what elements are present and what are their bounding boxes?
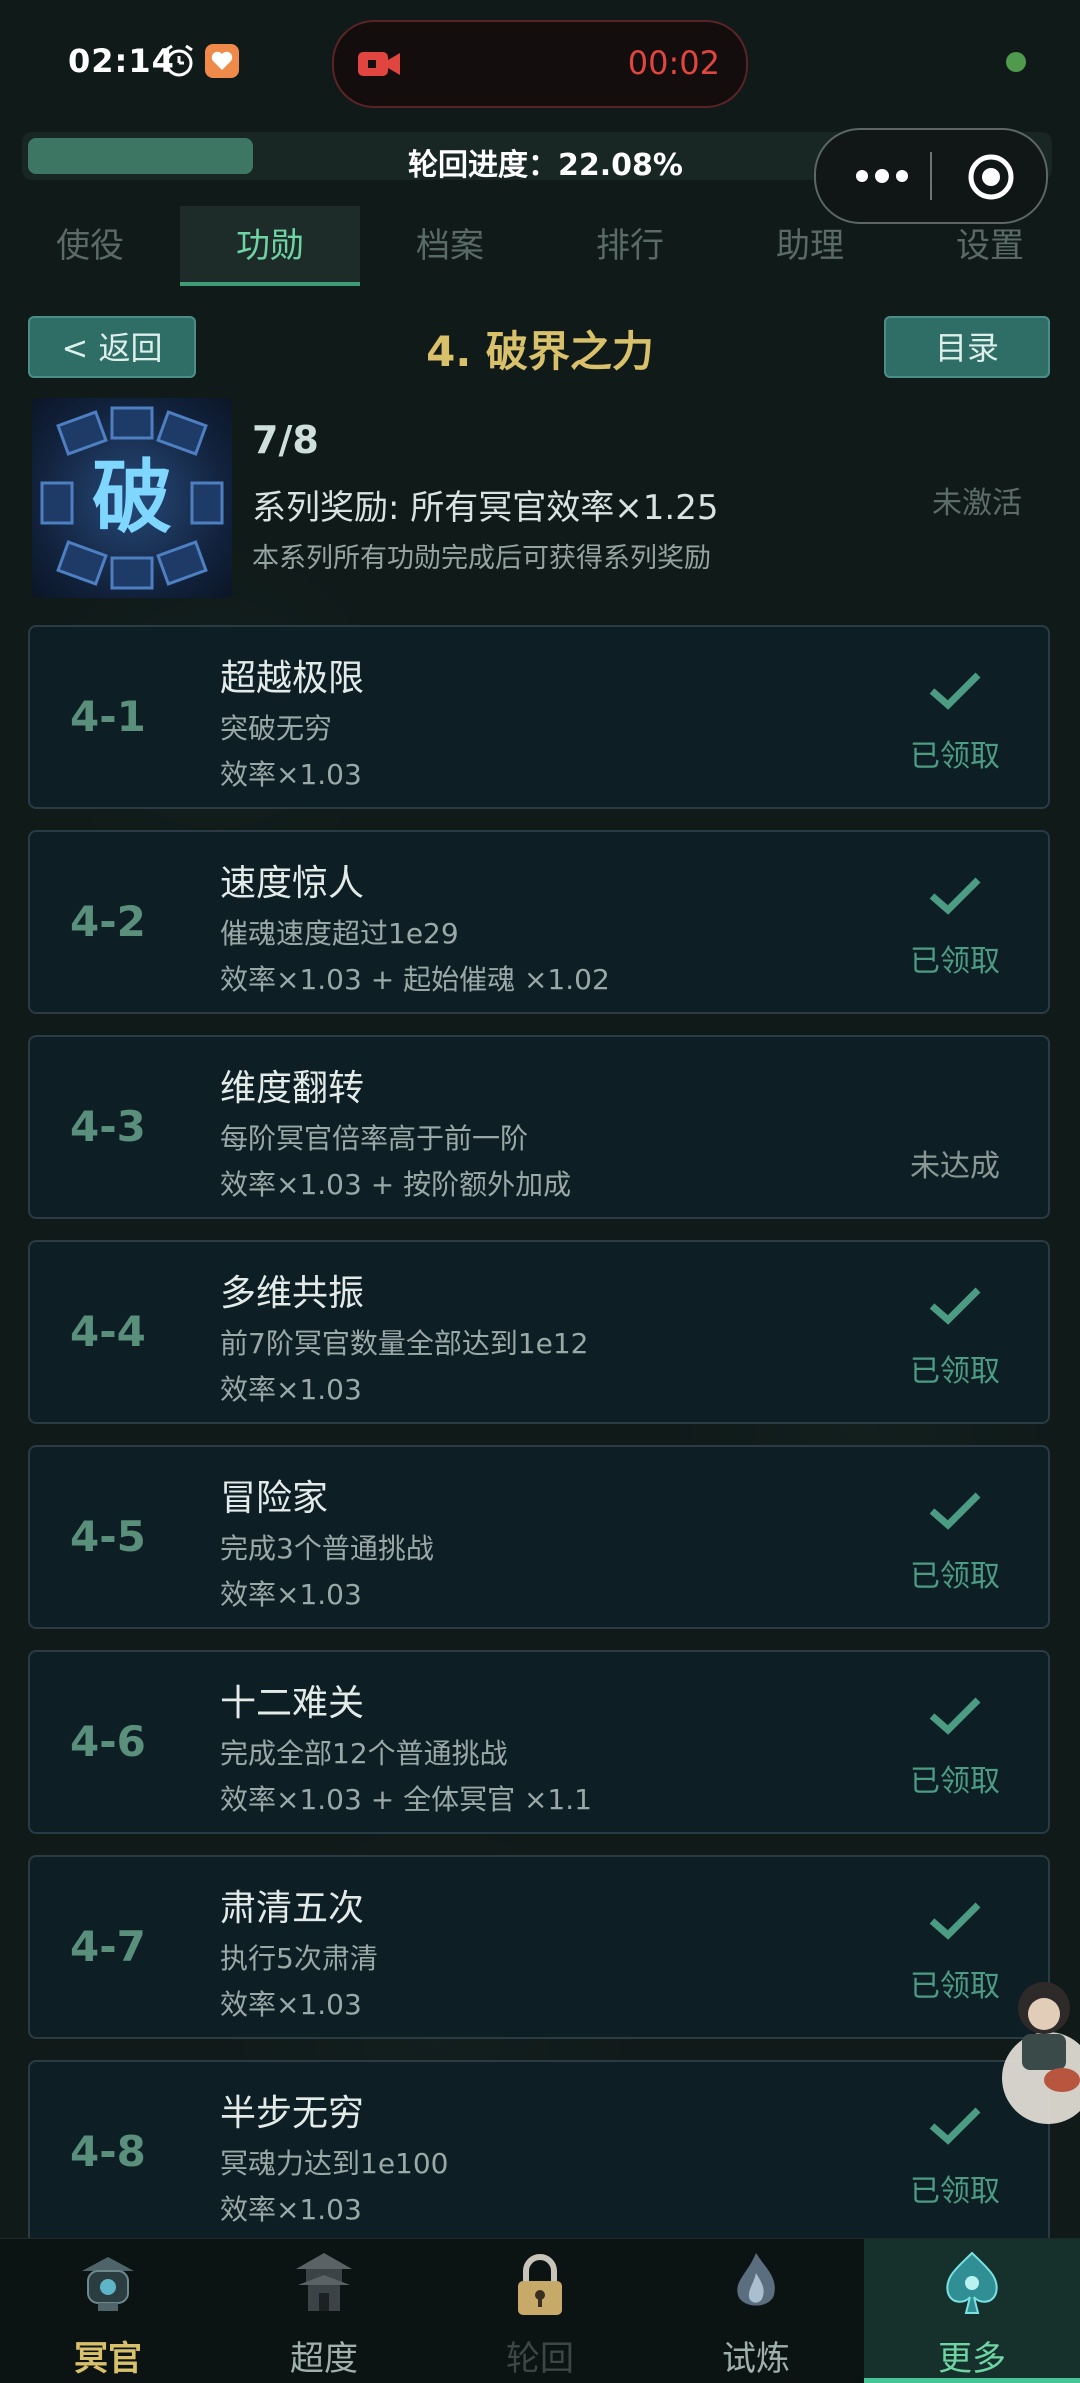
achievement-effect: 效率×1.03: [220, 2193, 362, 2226]
tab-servants[interactable]: 使役: [0, 206, 180, 286]
achievement-status: 未达成: [910, 1149, 1000, 1184]
achievement-card[interactable]: 4-2 速度惊人催魂速度超过1e29 效率×1.03 + 起始催魂 ×1.02 已领取: [28, 830, 1050, 1014]
checkmark-icon: [929, 1492, 981, 1530]
lantern-icon: [82, 2257, 134, 2311]
achievement-description: 催魂速度超过1e29: [220, 917, 459, 950]
status-time: 02:14: [68, 42, 175, 80]
achievement-id: 4-1: [70, 692, 146, 741]
nav-item-trials[interactable]: 试炼: [648, 2239, 864, 2383]
alarm-icon: [165, 44, 193, 77]
top-tabs: 使役 功勋 档案 排行 助理 设置: [0, 206, 1080, 286]
achievement-card[interactable]: 4-4 多维共振前7阶冥官数量全部达到1e12 效率×1.03 已领取: [28, 1240, 1050, 1424]
flame-icon: [737, 2253, 775, 2306]
checkmark-icon: [929, 877, 981, 915]
lock-icon: [518, 2254, 562, 2315]
tab-assistant[interactable]: 助理: [720, 206, 900, 286]
nav-item-officials[interactable]: 冥官: [0, 2239, 216, 2383]
achievement-id: 4-7: [70, 1922, 146, 1971]
achievement-description: 冥魂力达到1e100: [220, 2147, 449, 2180]
mic-indicator-icon: [1006, 52, 1026, 72]
achievement-status: 已领取: [910, 1559, 1000, 1594]
achievement-id: 4-3: [70, 1102, 146, 1151]
achievement-title: 速度惊人: [220, 863, 365, 904]
tab-ranking[interactable]: 排行: [540, 206, 720, 286]
achievement-effect: 效率×1.03 + 按阶额外加成: [220, 1168, 572, 1201]
nav-label: 更多: [938, 2339, 1006, 2379]
nav-label: 试炼: [722, 2339, 790, 2379]
record-timer: 00:02: [627, 44, 720, 82]
achievement-status: 已领取: [910, 739, 1000, 774]
app-notification-icon: [205, 44, 239, 78]
video-record-icon: [358, 52, 400, 76]
achievement-title: 多维共振: [220, 1273, 365, 1314]
tab-merits[interactable]: 功勋: [180, 206, 360, 286]
checkmark-icon: [929, 672, 981, 710]
achievement-id: 4-2: [70, 897, 146, 946]
achievement-id: 4-6: [70, 1717, 146, 1766]
nav-label: 超度: [290, 2339, 358, 2379]
achievement-status: 已领取: [910, 1764, 1000, 1799]
nav-item-reincarnation[interactable]: 轮回: [432, 2239, 648, 2383]
progress-label: 轮回进度：22.08%: [408, 148, 683, 183]
achievement-title: 超越极限: [220, 658, 365, 699]
more-dots-icon[interactable]: [854, 168, 910, 184]
capsule-divider: [930, 152, 932, 200]
checkmark-icon: [929, 1697, 981, 1735]
achievement-card[interactable]: 4-1 超越极限突破无穷效率×1.03 已领取: [28, 625, 1050, 809]
checkmark-icon: [929, 1287, 981, 1325]
achievement-title: 冒险家: [220, 1478, 329, 1519]
achievement-id: 4-5: [70, 1512, 146, 1561]
checkmark-icon: [929, 1902, 981, 1940]
achievement-status: 已领取: [910, 1969, 1000, 2004]
achievement-status: 已领取: [910, 2174, 1000, 2209]
achievement-description: 突破无穷: [220, 712, 333, 745]
achievement-effect: 效率×1.03: [220, 1988, 362, 2021]
nav-item-salvation[interactable]: 超度: [216, 2239, 432, 2383]
achievement-card[interactable]: 4-5 冒险家完成3个普通挑战 效率×1.03 已领取: [28, 1445, 1050, 1629]
floating-assistant-avatar[interactable]: [988, 1968, 1080, 2124]
tab-settings[interactable]: 设置: [900, 206, 1080, 286]
achievement-title: 十二难关: [220, 1683, 365, 1724]
achievement-description: 完成3个普通挑战: [220, 1532, 434, 1565]
achievement-title: 半步无穷: [220, 2093, 365, 2134]
catalog-button[interactable]: 目录: [884, 316, 1050, 378]
achievement-card[interactable]: 4-7 肃清五次执行5次肃清 效率×1.03 已领取: [28, 1855, 1050, 2039]
achievement-effect: 效率×1.03: [220, 758, 362, 791]
tab-archive[interactable]: 档案: [360, 206, 540, 286]
achievement-id: 4-8: [70, 2127, 146, 2176]
achievement-description: 执行5次肃清: [220, 1942, 378, 1975]
status-bar: 02:14 00:02: [0, 0, 1080, 125]
achievement-effect: 效率×1.03 + 全体冥官 ×1.1: [220, 1783, 592, 1816]
screen-recorder-pill[interactable]: 00:02: [332, 20, 748, 108]
series-emblem-image: 破: [32, 398, 232, 598]
checkmark-icon: [929, 2107, 981, 2145]
spade-icon: [946, 2251, 998, 2314]
achievement-effect: 效率×1.03: [220, 1578, 362, 1611]
achievement-card[interactable]: 4-6 十二难关完成全部12个普通挑战效率×1.03 + 全体冥官 ×1.1 已领取: [28, 1650, 1050, 1834]
achievement-title: 肃清五次: [220, 1888, 365, 1929]
close-target-icon[interactable]: [966, 152, 1016, 202]
progress-fill: [28, 138, 253, 174]
series-status: 未激活: [932, 486, 1022, 521]
achievement-card[interactable]: 4-3 维度翻转每阶冥官倍率高于前一阶效率×1.03 + 按阶额外加成 未达成: [28, 1035, 1050, 1219]
pagoda-icon: [296, 2253, 352, 2311]
achievement-description: 前7阶冥官数量全部达到1e12: [220, 1327, 589, 1360]
achievement-effect: 效率×1.03 + 起始催魂 ×1.02: [220, 963, 610, 996]
achievement-description: 每阶冥官倍率高于前一阶: [220, 1122, 529, 1155]
series-progress: 7/8: [252, 418, 319, 462]
bottom-navigation: 冥官 超度 轮回 试炼 更多: [0, 2238, 1080, 2383]
achievement-description: 完成全部12个普通挑战: [220, 1737, 508, 1770]
achievement-status: 已领取: [910, 1354, 1000, 1389]
series-glyph: 破: [92, 451, 172, 544]
achievement-card[interactable]: 4-8 半步无穷冥魂力达到1e100 效率×1.03 已领取: [28, 2060, 1050, 2244]
nav-label: 冥官: [74, 2339, 142, 2379]
achievement-status: 已领取: [910, 944, 1000, 979]
series-description: 本系列所有功勋完成后可获得系列奖励: [252, 543, 711, 574]
nav-label: 轮回: [506, 2339, 574, 2379]
series-reward: 系列奖励: 所有冥官效率×1.25: [252, 488, 719, 528]
nav-item-more[interactable]: 更多: [864, 2239, 1080, 2383]
achievement-effect: 效率×1.03: [220, 1373, 362, 1406]
achievement-title: 维度翻转: [220, 1068, 365, 1109]
achievement-id: 4-4: [70, 1307, 146, 1356]
